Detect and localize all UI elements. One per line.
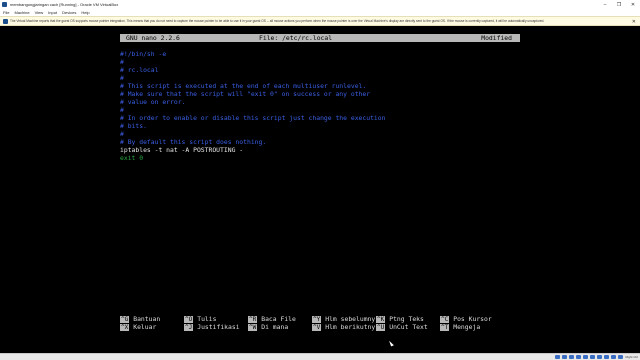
shortcut-label: Bantuan — [133, 315, 161, 323]
editor-line: iptables -t nat -A POSTROUTING - — [120, 146, 244, 154]
shortcut-label: Hlm sebelumny — [325, 315, 376, 323]
notice-text: The Virtual Machine reports that the gue… — [10, 19, 545, 23]
network-icon[interactable] — [576, 355, 582, 359]
shortcut-label: Baca File — [261, 315, 296, 323]
editor-line: # rc.local — [120, 66, 159, 74]
editor-text-area[interactable]: #!/bin/sh -e # # rc.local # # This script is… — [120, 50, 520, 162]
shortcut-key: ^O — [184, 315, 194, 323]
vm-statusbar: Right Ctrl — [0, 353, 640, 360]
shortcut-item: ^V Hlm berikutny — [312, 323, 375, 331]
shortcut-item: ^R Baca File — [248, 315, 296, 323]
keyboard-icon[interactable] — [618, 355, 624, 359]
shortcut-row-1: ^G Bantuan ^O Tulis ^R Baca File ^Y Hlm sebelum… — [120, 315, 520, 323]
menu-help[interactable]: Help — [81, 10, 89, 15]
shortcut-label: UnCut Text — [389, 323, 428, 331]
shortcut-label: Keluar — [133, 323, 157, 331]
nano-status: Modified — [481, 34, 512, 42]
virtualbox-icon — [2, 2, 7, 7]
shortcut-key: ^W — [248, 323, 258, 331]
menu-input[interactable]: Input — [48, 10, 57, 15]
window-title: membangungjaringan cach [Running] - Orac… — [10, 2, 119, 7]
menu-view[interactable]: View — [35, 10, 44, 15]
shortcut-label: Justifikasi — [197, 323, 240, 331]
editor-line: # This script is executed at the end of … — [120, 82, 367, 90]
editor-line: #!/bin/sh -e — [120, 50, 167, 58]
shortcut-item: ^O Tulis — [184, 315, 216, 323]
window-titlebar: membangungjaringan cach [Running] - Orac… — [0, 0, 640, 9]
shortcut-label: Mengeja — [453, 323, 481, 331]
display-icon[interactable] — [597, 355, 603, 359]
mouse-integration-icon[interactable] — [611, 355, 617, 359]
editor-line: # — [120, 130, 124, 138]
recording-icon[interactable] — [604, 355, 610, 359]
editor-line: # — [120, 58, 124, 66]
info-icon — [3, 18, 8, 24]
shortcut-item: ^J Justifikasi — [184, 323, 240, 331]
shared-folder-icon[interactable] — [590, 355, 596, 359]
shortcut-row-2: ^X Keluar ^J Justifikasi ^W Di mana ^V Hlm beri… — [120, 323, 520, 331]
maximize-button[interactable]: ❐ — [612, 0, 626, 9]
shortcut-item: ^G Bantuan — [120, 315, 160, 323]
shortcut-label: Pos Kursor — [453, 315, 492, 323]
shortcut-label: Di mana — [261, 323, 289, 331]
nano-filename: File: /etc/rc.local — [259, 34, 333, 42]
status-tray: Right Ctrl — [553, 355, 638, 359]
host-key-label: Right Ctrl — [625, 355, 638, 359]
shortcut-item: ^U UnCut Text — [376, 323, 428, 331]
shortcut-key: ^J — [184, 323, 194, 331]
nano-header: GNU nano 2.2.6 File: /etc/rc.local Modif… — [120, 34, 520, 42]
shortcut-item: ^Y Hlm sebelumny — [312, 315, 375, 323]
menubar: File Machine View Input Devices Help — [0, 9, 640, 16]
nano-editor[interactable]: GNU nano 2.2.6 File: /etc/rc.local Modif… — [120, 34, 520, 333]
shortcut-item: ^K Ptng Teks — [376, 315, 424, 323]
nano-version: GNU nano 2.2.6 — [126, 34, 180, 42]
editor-line: # By default this script does nothing. — [120, 138, 267, 146]
window-controls: – ❐ ✕ — [598, 0, 640, 9]
menu-file[interactable]: File — [3, 10, 9, 15]
shortcut-key: ^G — [120, 315, 130, 323]
usb-icon[interactable] — [583, 355, 589, 359]
shortcut-key: ^R — [248, 315, 258, 323]
editor-line: # In order to enable or disable this scr… — [120, 114, 386, 122]
shortcut-key: ^X — [120, 323, 130, 331]
shortcut-key: ^C — [440, 315, 450, 323]
shortcut-key: ^V — [312, 323, 322, 331]
audio-icon[interactable] — [569, 355, 575, 359]
minimize-button[interactable]: – — [598, 0, 612, 9]
optical-drive-icon[interactable] — [562, 355, 568, 359]
menu-devices[interactable]: Devices — [62, 10, 76, 15]
close-button[interactable]: ✕ — [626, 0, 640, 9]
shortcut-item: ^W Di mana — [248, 323, 288, 331]
shortcut-bar: ^G Bantuan ^O Tulis ^R Baca File ^Y Hlm sebelum… — [120, 315, 520, 331]
shortcut-key: ^T — [440, 323, 450, 331]
editor-line: # Make sure that the script will "exit 0… — [120, 90, 371, 98]
shortcut-item: ^C Pos Kursor — [440, 315, 492, 323]
shortcut-key: ^U — [376, 323, 386, 331]
notice-close-button[interactable]: ✕ — [632, 19, 636, 25]
shortcut-label: Tulis — [197, 315, 217, 323]
hard-disk-icon[interactable] — [555, 355, 561, 359]
mouse-integration-notice: The Virtual Machine reports that the gue… — [0, 16, 640, 26]
shortcut-item: ^X Keluar — [120, 323, 156, 331]
menu-machine[interactable]: Machine — [14, 10, 29, 15]
shortcut-item: ^T Mengeja — [440, 323, 480, 331]
shortcut-key: ^Y — [312, 315, 322, 323]
editor-line: # — [120, 74, 124, 82]
shortcut-label: Hlm berikutny — [325, 323, 376, 331]
editor-line: exit 0 — [120, 154, 144, 162]
shortcut-label: Ptng Teks — [389, 315, 424, 323]
editor-line: # — [120, 106, 124, 114]
editor-line: # value on error. — [120, 98, 186, 106]
shortcut-key: ^K — [376, 315, 386, 323]
editor-line: # bits. — [120, 122, 147, 130]
